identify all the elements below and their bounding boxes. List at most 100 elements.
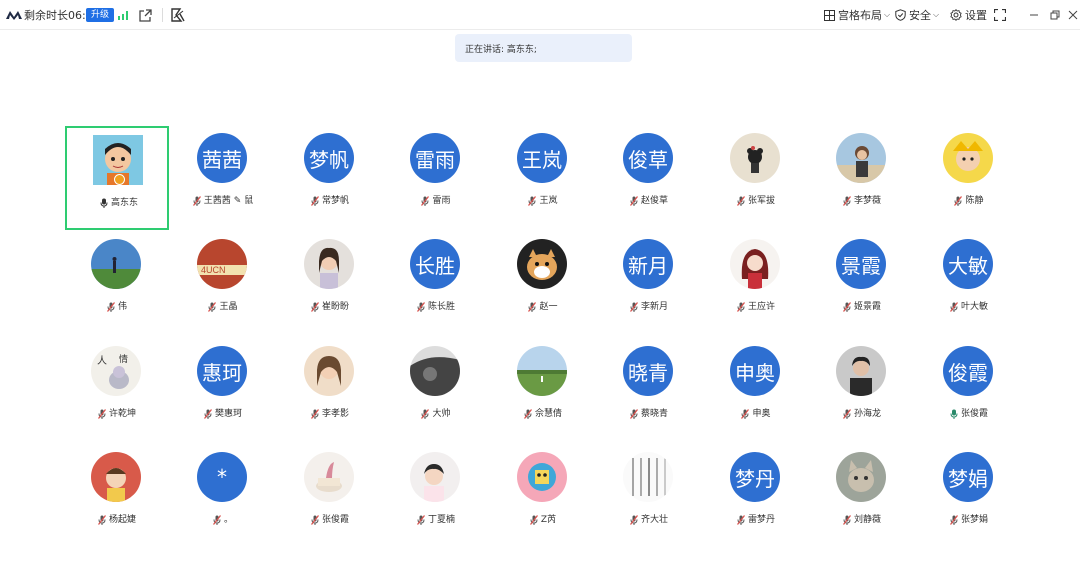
participant-avatar <box>730 133 780 183</box>
participant-tile[interactable]: 伟 <box>65 232 169 336</box>
participant-avatar: 梦娟 <box>943 452 993 502</box>
participant-name-row: 雷雨 <box>384 193 488 206</box>
participant-name-row: 申奥 <box>704 406 808 419</box>
participant-tile[interactable]: 王应许 <box>704 232 808 336</box>
participant-name-row: 姬景霞 <box>810 299 914 312</box>
participant-avatar <box>836 452 886 502</box>
participant-tile[interactable]: 齐大壮 <box>597 445 701 549</box>
participant-avatar: 雷雨 <box>410 133 460 183</box>
participant-name-row: 杨起婕 <box>65 512 169 525</box>
participant-name: 蔡晓青 <box>640 409 668 419</box>
participant-avatar <box>836 346 886 396</box>
participant-tile[interactable]: 雷雨 雷雨 <box>384 126 488 230</box>
participant-tile[interactable]: 茜茜 王茜茜 ✎ 鼠 <box>171 126 275 230</box>
participant-tile[interactable]: 赵一 <box>491 232 595 336</box>
svg-text:4UCN: 4UCN <box>201 265 226 275</box>
participant-tile[interactable]: 李梦薇 <box>810 126 914 230</box>
participant-avatar: 茜茜 <box>197 133 247 183</box>
participant-name: 赵一 <box>539 302 558 312</box>
participant-tile[interactable]: 杨起婕 <box>65 445 169 549</box>
participant-name: 申奥 <box>752 409 771 419</box>
avatar-initials: 俊草 <box>628 147 668 172</box>
participant-tile[interactable]: 张俊霞 <box>278 445 382 549</box>
mic-muted-icon <box>736 514 748 525</box>
participant-avatar <box>410 452 460 502</box>
participant-tile[interactable]: 梦丹 雷梦丹 <box>704 445 808 549</box>
participant-name: 赵俊草 <box>640 196 668 206</box>
participant-tile[interactable]: 佘慧倩 <box>491 339 595 443</box>
participant-tile[interactable]: 惠珂 樊惠珂 <box>171 339 275 443</box>
participant-tile[interactable]: 大帅 <box>384 339 488 443</box>
participant-avatar <box>836 133 886 183</box>
participant-tile[interactable]: 大敏 叶大敏 <box>917 232 1021 336</box>
participant-name: 孙海龙 <box>853 409 881 419</box>
settings-button[interactable]: 设置 <box>950 0 987 30</box>
participant-tile[interactable]: 张军拔 <box>704 126 808 230</box>
participant-name-row: Z芮 <box>491 512 595 525</box>
participant-tile[interactable]: 晓青 蔡晓青 <box>597 339 701 443</box>
participant-tile[interactable]: 人情许乾坤 <box>65 339 169 443</box>
fullscreen-icon[interactable] <box>994 0 1006 30</box>
mic-icon <box>950 409 961 419</box>
participant-name-row: 赵一 <box>491 299 595 312</box>
participant-name-row: 李新月 <box>597 299 701 312</box>
participant-tile[interactable]: 刘静薇 <box>810 445 914 549</box>
participant-name: 张军拔 <box>747 196 775 206</box>
participant-tile[interactable]: 梦娟张梦娟 <box>917 445 1021 549</box>
participant-name-row: 大帅 <box>384 406 488 419</box>
participant-name-row: 陈静 <box>917 193 1021 206</box>
participant-tile[interactable]: 俊霞 张俊霞 <box>917 339 1021 443</box>
participant-avatar: 新月 <box>623 239 673 289</box>
participant-tile[interactable]: 王岚 王岚 <box>491 126 595 230</box>
participant-name-row: 齐大壮 <box>597 512 701 525</box>
avatar-initials: 长胜 <box>415 253 455 278</box>
participant-tile[interactable]: 景霞 姬景霞 <box>810 232 914 336</box>
participant-tile[interactable]: *。 <box>171 445 275 549</box>
participant-tile[interactable]: 丁夏楠 <box>384 445 488 549</box>
share-link-icon[interactable] <box>139 0 152 30</box>
participant-name: 伟 <box>117 302 127 312</box>
participant-tile[interactable]: 梦帆 常梦帆 <box>278 126 382 230</box>
participant-name-row: 雷梦丹 <box>704 512 808 525</box>
participant-tile[interactable]: 长胜 陈长胜 <box>384 232 488 336</box>
participant-name-row: 崔盼盼 <box>278 299 382 312</box>
layout-menu-button[interactable]: 宫格布局 ⌵ <box>824 0 890 30</box>
restore-window-icon[interactable] <box>1050 0 1060 30</box>
participant-tile[interactable]: Z芮 <box>491 445 595 549</box>
participant-name: 丁夏楠 <box>427 515 455 525</box>
network-signal-icon[interactable] <box>118 0 130 30</box>
participant-name: 王岚 <box>539 196 558 206</box>
participant-name: 佘慧倩 <box>534 409 562 419</box>
minimize-icon[interactable] <box>1029 0 1039 30</box>
mic-muted-icon <box>736 195 748 206</box>
participant-name-row: 许乾坤 <box>65 406 169 419</box>
participant-name-row: 张军拔 <box>704 193 808 206</box>
participant-name: 雷雨 <box>432 196 451 206</box>
avatar-initials: 梦帆 <box>309 147 349 172</box>
participant-name-row: 丁夏楠 <box>384 512 488 525</box>
avatar-initials: * <box>217 465 227 489</box>
participant-name: 大帅 <box>432 409 451 419</box>
participant-name: 张俊霞 <box>960 409 988 419</box>
participant-tile[interactable]: 陈静 <box>917 126 1021 230</box>
participant-tile[interactable]: 4UCN 王晶 <box>171 232 275 336</box>
ai-assistant-icon[interactable] <box>171 0 185 30</box>
participant-name: 张梦娟 <box>960 515 988 525</box>
participant-tile[interactable]: 崔盼盼 <box>278 232 382 336</box>
participant-name-row: 张俊霞 <box>917 406 1021 419</box>
participant-avatar <box>623 452 673 502</box>
participant-tile[interactable]: 孙海龙 <box>810 339 914 443</box>
participant-tile[interactable]: 高东东 <box>65 126 169 230</box>
participant-name-row: 刘静薇 <box>810 512 914 525</box>
close-icon[interactable] <box>1068 0 1078 30</box>
participant-name: 齐大壮 <box>640 515 668 525</box>
participant-tile[interactable]: 申奥 申奥 <box>704 339 808 443</box>
participant-name-row: 叶大敏 <box>917 299 1021 312</box>
security-menu-button[interactable]: 安全 ⌵ <box>895 0 939 30</box>
participant-avatar <box>730 239 780 289</box>
participant-name: 张俊霞 <box>321 515 349 525</box>
upgrade-button[interactable]: 升级 <box>86 8 115 22</box>
participant-tile[interactable]: 李孝影 <box>278 339 382 443</box>
participant-tile[interactable]: 俊草赵俊草 <box>597 126 701 230</box>
participant-tile[interactable]: 新月 李新月 <box>597 232 701 336</box>
